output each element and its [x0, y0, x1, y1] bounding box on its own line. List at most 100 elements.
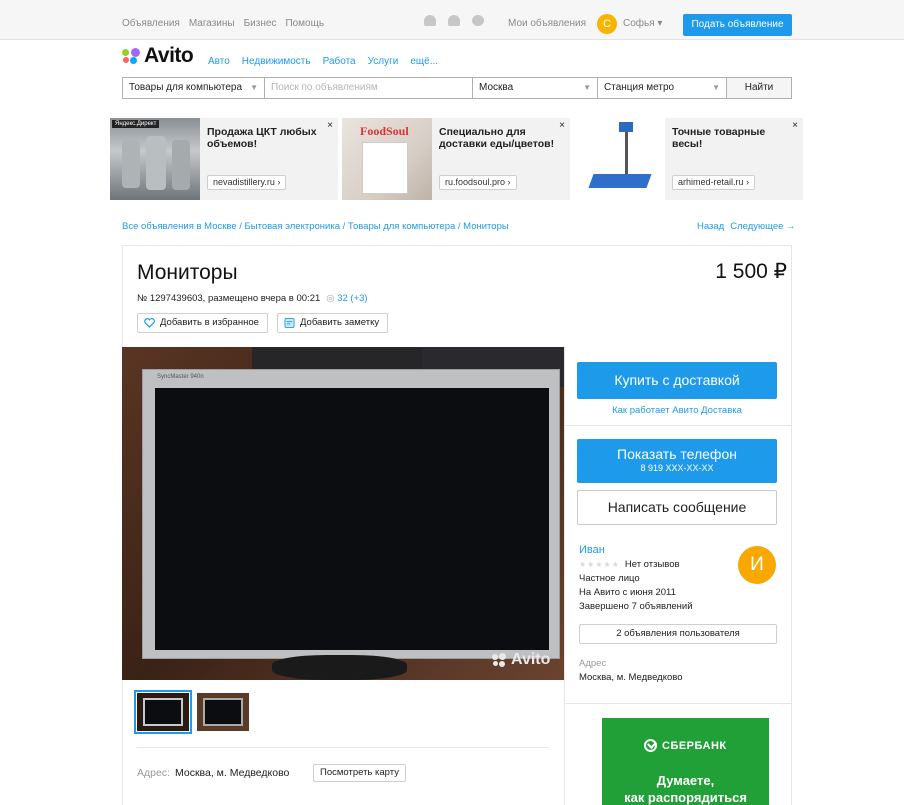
show-map-button[interactable]: Посмотреть карту: [313, 764, 406, 782]
my-ads-link[interactable]: Мои объявления: [508, 18, 586, 29]
ad-banner-foodsoul[interactable]: FoodSoul Специально для доставки еды/цве…: [342, 118, 570, 200]
item-id-date: № 1297439603, размещено вчера в 00:21: [137, 293, 321, 304]
post-ad-button[interactable]: Подать объявление: [683, 14, 792, 36]
add-note-button[interactable]: Добавить заметку: [277, 313, 389, 333]
seller-type: Частное лицо: [579, 573, 640, 584]
logo-text: Avito: [144, 44, 194, 67]
thumbnail-1[interactable]: [134, 690, 192, 734]
banner-line-1: Думаете,: [656, 773, 715, 788]
ad-brand: FoodSoul: [360, 124, 409, 138]
top-icons: [424, 15, 484, 26]
sberbank-banner[interactable]: СБЕРБАНК Думаете, как распорядиться: [602, 718, 769, 805]
item-price: 1 500 ₽: [715, 260, 787, 283]
delivery-info-link[interactable]: Как работает Авито Доставка: [577, 405, 777, 416]
city-select-value: Москва: [479, 82, 514, 93]
item-meta: № 1297439603, размещено вчера в 00:21 ◎ …: [137, 293, 368, 304]
category-auto[interactable]: Авто: [208, 56, 230, 67]
category-nav: Авто Недвижимость Работа Услуги ещё...: [208, 56, 438, 67]
ad-title: Точные товарные весы!: [672, 126, 766, 150]
metro-select[interactable]: Станция метро ▼: [598, 77, 727, 99]
chevron-down-icon: ▼: [712, 83, 720, 92]
find-button[interactable]: Найти: [727, 77, 792, 99]
photo-brand: SyncMaster 940n: [157, 374, 204, 380]
logo-dots-icon: [492, 653, 507, 667]
pager: Назад Следующее →: [697, 221, 796, 232]
category-services[interactable]: Услуги: [368, 56, 399, 67]
search-bar: Товары для компьютера ▼ Поиск по объявле…: [122, 77, 792, 99]
bell-icon[interactable]: [448, 15, 460, 26]
seller-address-label: Адрес: [579, 658, 607, 669]
category-jobs[interactable]: Работа: [323, 56, 356, 67]
chevron-down-icon: ▼: [583, 83, 591, 92]
ad-image: [575, 118, 665, 200]
add-favorite-label: Добавить в избранное: [160, 317, 259, 328]
close-icon[interactable]: ×: [559, 120, 565, 131]
seller-ads-button[interactable]: 2 объявления пользователя: [579, 624, 777, 644]
reviews-text[interactable]: Нет отзывов: [625, 559, 680, 570]
avito-logo[interactable]: Avito: [122, 44, 194, 68]
user-menu[interactable]: Софья ▾: [623, 18, 662, 29]
ad-image: Яндекс.Директ: [110, 118, 200, 200]
divider: [564, 703, 792, 704]
show-phone-button[interactable]: Показать телефон 8 919 XXX-XX-XX: [577, 439, 777, 483]
category-select[interactable]: Товары для компьютера ▼: [122, 77, 265, 99]
nav-help[interactable]: Помощь: [285, 18, 324, 29]
seller-completed: Завершено 7 объявлений: [579, 601, 693, 612]
eye-icon: ◎: [326, 293, 335, 304]
nav-business[interactable]: Бизнес: [244, 18, 277, 29]
ad-title: Продажа ЦКТ любых объемов!: [207, 126, 317, 150]
address-label: Адрес:: [137, 767, 170, 779]
sberbank-logo: СБЕРБАНК: [644, 739, 727, 752]
category-select-value: Товары для компьютера: [129, 82, 243, 93]
close-icon[interactable]: ×: [327, 120, 333, 131]
ad-link[interactable]: ru.foodsoul.pro ›: [439, 175, 517, 190]
sberbank-brand: СБЕРБАНК: [662, 739, 727, 752]
ad-title: Специально для доставки еды/цветов!: [439, 126, 555, 150]
main-photo[interactable]: SyncMaster 940n Avito: [122, 347, 564, 680]
avito-watermark: Avito: [492, 651, 550, 669]
chevron-down-icon: ▼: [250, 83, 258, 92]
top-bar: Объявления Магазины Бизнес Помощь Мои об…: [0, 0, 904, 40]
photo-thumbnails: [134, 690, 249, 734]
thumbnail-2[interactable]: [197, 693, 249, 731]
nav-shops[interactable]: Магазины: [189, 18, 235, 29]
seller-rating: ★★★★★ Нет отзывов: [579, 559, 680, 570]
user-avatar[interactable]: С: [597, 14, 617, 34]
buy-with-delivery-button[interactable]: Купить с доставкой: [577, 362, 777, 399]
monitor-image: SyncMaster 940n: [142, 369, 560, 659]
metro-select-value: Станция метро: [604, 82, 675, 93]
seller-address-value: Москва, м. Медведково: [579, 672, 683, 683]
views-count[interactable]: ◎ 32 (+3): [326, 293, 367, 304]
next-link[interactable]: Следующее →: [730, 221, 795, 232]
breadcrumb[interactable]: Все объявления в Москве / Бытовая электр…: [122, 221, 509, 232]
search-placeholder: Поиск по объявлениям: [271, 82, 378, 93]
ad-banner-distillery[interactable]: Яндекс.Директ Продажа ЦКТ любых объемов!…: [110, 118, 338, 200]
ad-link[interactable]: arhimed-retail.ru ›: [672, 175, 756, 190]
heart-outline-icon: [144, 318, 155, 328]
ad-badge: Яндекс.Директ: [112, 120, 160, 128]
divider: [564, 425, 792, 426]
ad-image: FoodSoul: [342, 118, 432, 200]
heart-icon[interactable]: [424, 15, 436, 26]
city-select[interactable]: Москва ▼: [473, 77, 598, 99]
chat-icon[interactable]: [472, 15, 484, 26]
nav-ads[interactable]: Объявления: [122, 18, 180, 29]
note-icon: [284, 318, 295, 328]
add-favorite-button[interactable]: Добавить в избранное: [137, 313, 268, 333]
seller-avatar[interactable]: И: [738, 546, 776, 584]
search-input[interactable]: Поиск по объявлениям: [265, 77, 473, 99]
seller-name[interactable]: Иван: [579, 544, 605, 556]
back-link[interactable]: Назад: [697, 221, 724, 232]
ad-banner-scales[interactable]: Точные товарные весы! arhimed-retail.ru …: [575, 118, 803, 200]
ad-link[interactable]: nevadistillery.ru ›: [207, 175, 287, 190]
top-nav: Объявления Магазины Бизнес Помощь: [122, 18, 324, 29]
category-realty[interactable]: Недвижимость: [242, 56, 311, 67]
rating-stars-icon: ★★★★★: [579, 560, 620, 569]
page-title: Мониторы: [137, 261, 238, 284]
address-value: Москва, м. Медведково: [175, 767, 290, 779]
write-message-button[interactable]: Написать сообщение: [577, 490, 777, 525]
category-more[interactable]: ещё...: [410, 56, 438, 67]
banner-line-2: как распорядиться: [624, 790, 747, 805]
close-icon[interactable]: ×: [792, 120, 798, 131]
show-phone-label: Показать телефон: [617, 446, 737, 462]
